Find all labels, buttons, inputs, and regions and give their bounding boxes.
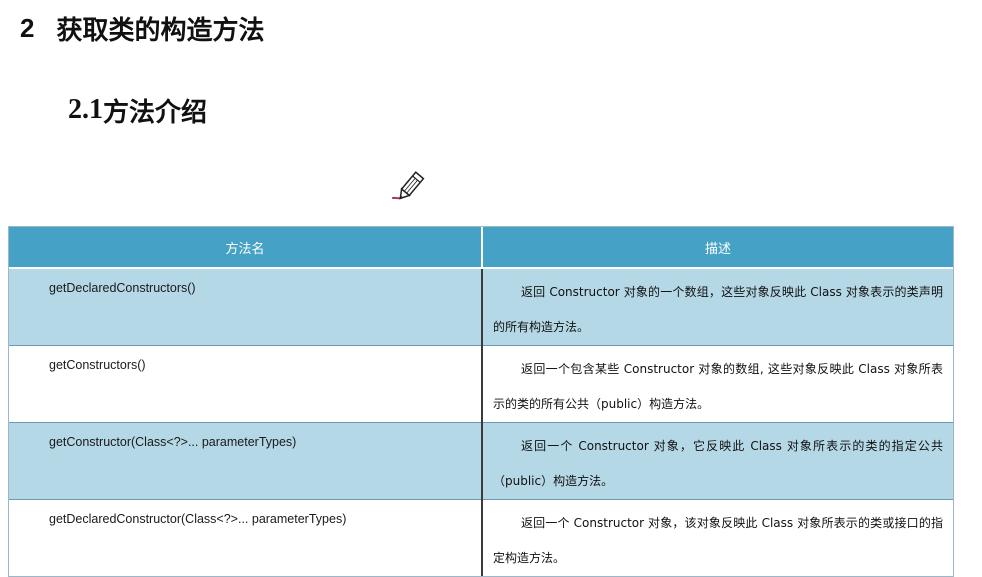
description-cell: 返回一个 Constructor 对象，该对象反映此 Class 对象所表示的类… — [482, 499, 953, 576]
method-name-header: 方法名 — [9, 227, 483, 268]
table-row: getConstructors() 返回一个包含某些 Constructor 对… — [9, 345, 953, 423]
subsection-number: 2.1 — [68, 94, 103, 125]
method-cell: getConstructors() — [9, 345, 483, 423]
table-row: getConstructor(Class<?>... parameterType… — [9, 422, 953, 500]
description-cell: 返回一个 Constructor 对象，它反映此 Class 对象所表示的类的指… — [482, 422, 953, 500]
description-cell: 返回一个包含某些 Constructor 对象的数组, 这些对象反映此 Clas… — [482, 345, 953, 423]
pencil-icon — [390, 170, 430, 210]
description-header: 描述 — [482, 227, 953, 268]
description-cell: 返回 Constructor 对象的一个数组，这些对象反映此 Class 对象表… — [482, 267, 953, 346]
section-title: 获取类的构造方法 — [56, 15, 265, 46]
method-cell: getDeclaredConstructors() — [9, 267, 483, 346]
table-header-row: 方法名 描述 — [9, 227, 953, 268]
method-cell: getDeclaredConstructor(Class<?>... param… — [9, 499, 483, 576]
subsection-title: 方法介绍 — [103, 97, 208, 128]
method-cell: getConstructor(Class<?>... parameterType… — [9, 422, 483, 500]
section-heading: 2 获取类的构造方法 — [20, 8, 264, 48]
subsection-heading: 2.1 方法介绍 — [68, 90, 207, 130]
section-number: 2 — [20, 12, 35, 43]
table-row: getDeclaredConstructor(Class<?>... param… — [9, 499, 953, 576]
methods-table: 方法名 描述 getDeclaredConstructors() 返回 Cons… — [8, 226, 954, 577]
table-row: getDeclaredConstructors() 返回 Constructor… — [9, 267, 953, 346]
